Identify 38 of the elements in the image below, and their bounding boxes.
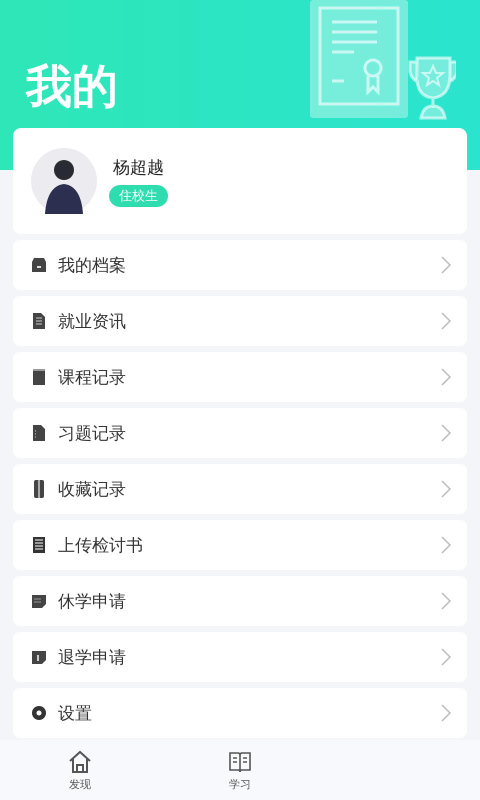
home-icon — [67, 748, 93, 774]
menu-label: 上传检讨书 — [58, 534, 144, 556]
chevron-right-icon — [441, 256, 451, 274]
user-name: 杨超越 — [113, 156, 164, 178]
chevron-right-icon — [441, 704, 451, 722]
residency-tag: 住校生 — [109, 184, 168, 206]
avatar[interactable] — [31, 148, 97, 214]
menu-label: 收藏记录 — [58, 478, 127, 500]
archive-box-icon — [29, 255, 49, 275]
tab[interactable]: 学习 — [160, 740, 320, 800]
menu-item[interactable]: 上传检讨书 — [13, 520, 467, 570]
chevron-right-icon — [441, 312, 451, 330]
menu-label: 休学申请 — [58, 590, 127, 612]
chevron-right-icon — [441, 648, 451, 666]
menu-label: 退学申请 — [58, 646, 127, 668]
menu-item[interactable]: 退学申请 — [13, 632, 467, 682]
tab[interactable]: 发现 — [0, 740, 160, 800]
menu-item[interactable]: 我的档案 — [13, 240, 467, 290]
chevron-right-icon — [441, 480, 451, 498]
chevron-right-icon — [441, 536, 451, 554]
chevron-right-icon — [441, 424, 451, 442]
menu-item[interactable]: 就业资讯 — [13, 296, 467, 346]
tab-label: 发现 — [69, 776, 91, 792]
settings-icon — [29, 703, 49, 723]
menu-label: 习题记录 — [58, 422, 127, 444]
menu-label: 就业资讯 — [58, 310, 127, 332]
menu-item[interactable]: 课程记录 — [13, 352, 467, 402]
menu-item[interactable]: 设置 — [13, 688, 467, 738]
menu-item[interactable]: 休学申请 — [13, 576, 467, 626]
menu-label: 设置 — [58, 702, 93, 724]
chevron-right-icon — [441, 592, 451, 610]
tab-label: 学习 — [229, 776, 251, 792]
menu-item[interactable]: 习题记录 — [13, 408, 467, 458]
menu-label: 我的档案 — [58, 254, 127, 276]
page-title: 我的 — [26, 58, 118, 115]
menu-label: 课程记录 — [58, 366, 127, 388]
chevron-right-icon — [441, 368, 451, 386]
menu-item[interactable]: 收藏记录 — [13, 464, 467, 514]
